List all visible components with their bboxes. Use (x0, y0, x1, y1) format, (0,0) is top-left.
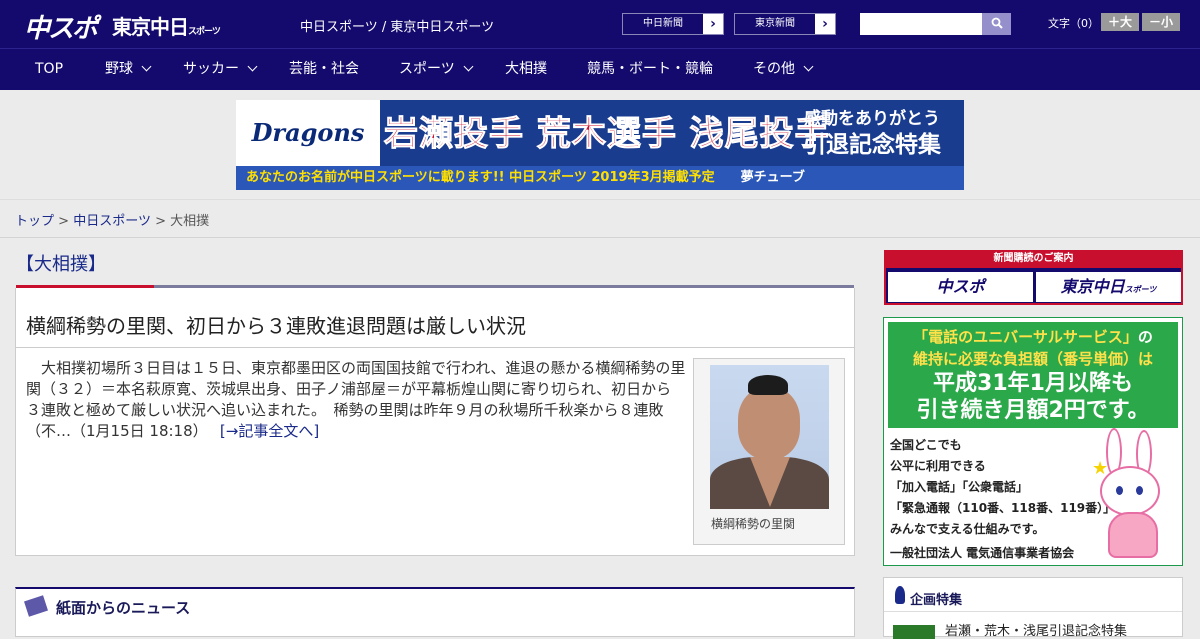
ad-line2: 維持に必要な負担額（番号単価）は (888, 348, 1178, 370)
article-excerpt: 大相撲初場所３日目は１５日、東京都墨田区の両国国技館で行われ、進退の懸かる横綱稀… (26, 359, 686, 440)
banner-thanks-line1: 感動をありがとう (804, 109, 940, 129)
banner-thanks: 感動をありがとう 引退記念特集 (784, 106, 960, 158)
breadcrumb-separator: > (58, 214, 70, 229)
banner-strip-text: あなたのお名前が中日スポーツに載ります!! 中日スポーツ 2019年3月掲載予定 (246, 170, 715, 185)
mascot-face (1100, 466, 1160, 516)
font-size-label: 文字（0） (1048, 17, 1099, 30)
ad-footer: 一般社団法人 電気通信事業者協会 (890, 546, 1075, 560)
universal-service-ad[interactable]: 「電話のユニバーサルサービス」の 維持に必要な負担額（番号単価）は 平成31年1… (883, 317, 1183, 566)
read-more-link[interactable]: [→記事全文へ] (220, 422, 319, 440)
breadcrumb: トップ > 中日スポーツ > 大相撲 (0, 200, 1200, 238)
chevron-down-icon (803, 61, 814, 72)
font-smaller-button[interactable]: －小 (1142, 13, 1180, 31)
search-button[interactable] (982, 13, 1011, 35)
ribbon-icon (895, 586, 905, 604)
article-card: 横綱稀勢の里関、初日から３連敗進退問題は厳しい状況 大相撲初場所３日目は１５日、… (15, 288, 855, 556)
nav-item-racing[interactable]: 競馬・ボート・競輪 (587, 49, 713, 91)
nav-item-top[interactable]: TOP (35, 49, 63, 91)
nav-label: その他 (753, 61, 795, 77)
subscription-box: 新聞購読のご案内 中スポ 東京中日スポーツ (884, 250, 1183, 305)
ad-line1-a: 「電話のユニバーサルサービス」 (913, 328, 1138, 346)
banner-thanks-line2: 引退記念特集 (803, 132, 941, 158)
category-title: 【大相撲】 (16, 254, 106, 275)
nav-item-sports[interactable]: スポーツ (399, 49, 474, 91)
top-header: 中スポ 東京中日スポーツ 中日スポーツ / 東京中日スポーツ 中日新聞 › 東京… (0, 0, 1200, 48)
ad-line2-text: 維持に必要な負担額（番号単価）は (912, 350, 1153, 368)
search-icon (991, 17, 1003, 29)
divider (16, 347, 854, 348)
photo-head (738, 387, 800, 459)
nav-item-sumo[interactable]: 大相撲 (505, 49, 547, 91)
features-box: 企画特集 岩瀬・荒木・浅尾引退記念特集 (883, 577, 1183, 639)
chunichi-shimbun-link[interactable]: 中日新聞 › (622, 13, 724, 35)
search-input[interactable] (860, 13, 982, 35)
ad-line3: 平成31年1月以降も (933, 371, 1133, 396)
nav-label: TOP (35, 61, 64, 77)
section-title: 紙面からのニュース (56, 599, 191, 617)
breadcrumb-separator: > (155, 214, 166, 229)
ad-line4: 引き続き月額2円です。 (916, 398, 1150, 423)
nav-label: スポーツ (399, 61, 455, 77)
dragons-logo: Dragons (236, 100, 380, 166)
subscribe-tokyo-chunichi-label: 東京中日 (1060, 277, 1125, 296)
nav-item-entertainment[interactable]: 芸能・社会 (289, 49, 359, 91)
chevron-down-icon (141, 61, 152, 72)
article-body: 大相撲初場所３日目は１５日、東京都墨田区の両国国技館で行われ、進退の懸かる横綱稀… (26, 358, 686, 442)
nav-item-baseball[interactable]: 野球 (105, 49, 152, 91)
breadcrumb-top[interactable]: トップ (15, 214, 54, 229)
chunichi-shimbun-label: 中日新聞 (643, 18, 683, 29)
nav-item-soccer[interactable]: サッカー (183, 49, 258, 91)
subscription-header: 新聞購読のご案内 (884, 250, 1183, 268)
main-nav: TOP 野球 サッカー 芸能・社会 スポーツ 大相撲 競馬・ボート・競輪 その他 (0, 48, 1200, 90)
ad-line1: 「電話のユニバーサルサービス」の (888, 326, 1178, 348)
feature-item-label: 岩瀬・荒木・浅尾引退記念特集 (945, 624, 1128, 639)
features-title: 企画特集 (910, 593, 963, 608)
chevron-right-icon: › (815, 14, 835, 34)
tokyo-chunichi-logo-small: スポーツ (188, 27, 221, 37)
font-bigger-button[interactable]: ＋大 (1101, 13, 1139, 31)
banner-strip: あなたのお名前が中日スポーツに載ります!! 中日スポーツ 2019年3月掲載予定… (236, 166, 964, 190)
banner-names: 岩瀬投手 荒木選手 浅尾投手 (384, 114, 830, 155)
nav-item-other[interactable]: その他 (753, 49, 814, 91)
banner-strip-brand: 夢チューブ (740, 170, 805, 185)
subscribe-tokyo-chunichi-small: スポーツ (1124, 285, 1157, 294)
nav-label: 野球 (105, 61, 133, 77)
tokyo-shimbun-label: 東京新聞 (755, 18, 795, 29)
photo-hair (748, 375, 788, 395)
ad-headline: 「電話のユニバーサルサービス」の 維持に必要な負担額（番号単価）は 平成31年1… (888, 322, 1178, 428)
feature-thumbnail (893, 624, 935, 639)
chevron-down-icon (247, 61, 258, 72)
subscribe-tokyo-chunichi-button[interactable]: 東京中日スポーツ (1036, 272, 1181, 302)
chuspo-logo[interactable]: 中スポ (24, 8, 98, 45)
nav-label: サッカー (183, 61, 239, 77)
chevron-right-icon: › (703, 14, 723, 34)
mascot-eye (1116, 486, 1123, 495)
banner-area: Dragons 岩瀬投手 荒木選手 浅尾投手 感動をありがとう 引退記念特集 あ… (0, 90, 1200, 200)
retirement-feature-banner[interactable]: Dragons 岩瀬投手 荒木選手 浅尾投手 感動をありがとう 引退記念特集 あ… (236, 100, 964, 190)
site-name[interactable]: 中日スポーツ / 東京中日スポーツ (300, 16, 494, 35)
ad-line1-b: の (1137, 328, 1153, 346)
article-title[interactable]: 横綱稀勢の里関、初日から３連敗進退問題は厳しい状況 (26, 310, 526, 339)
newspaper-icon (24, 595, 48, 617)
photo-caption: 横綱稀勢の里関 (711, 517, 796, 531)
nav-label: 競馬・ボート・競輪 (587, 61, 713, 77)
nav-label: 芸能・社会 (289, 61, 359, 77)
mascot-suit (1108, 512, 1158, 558)
rabbit-mascot-icon: ★ (1092, 428, 1178, 562)
article-photo[interactable]: 横綱稀勢の里関 (693, 358, 845, 545)
breadcrumb-chuspo[interactable]: 中日スポーツ (73, 214, 151, 229)
mascot-eye (1136, 486, 1143, 495)
subscribe-chuspo-button[interactable]: 中スポ (888, 272, 1033, 302)
star-icon: ★ (1092, 458, 1109, 479)
wrestler-photo (710, 365, 829, 509)
chevron-down-icon (463, 61, 474, 72)
features-header: 企画特集 (884, 578, 1182, 612)
tokyo-shimbun-link[interactable]: 東京新聞 › (734, 13, 836, 35)
breadcrumb-current: 大相撲 (170, 214, 210, 229)
tokyo-chunichi-logo[interactable]: 東京中日スポーツ (112, 11, 221, 40)
nav-label: 大相撲 (505, 61, 547, 77)
tokyo-chunichi-logo-text: 東京中日 (112, 15, 189, 39)
